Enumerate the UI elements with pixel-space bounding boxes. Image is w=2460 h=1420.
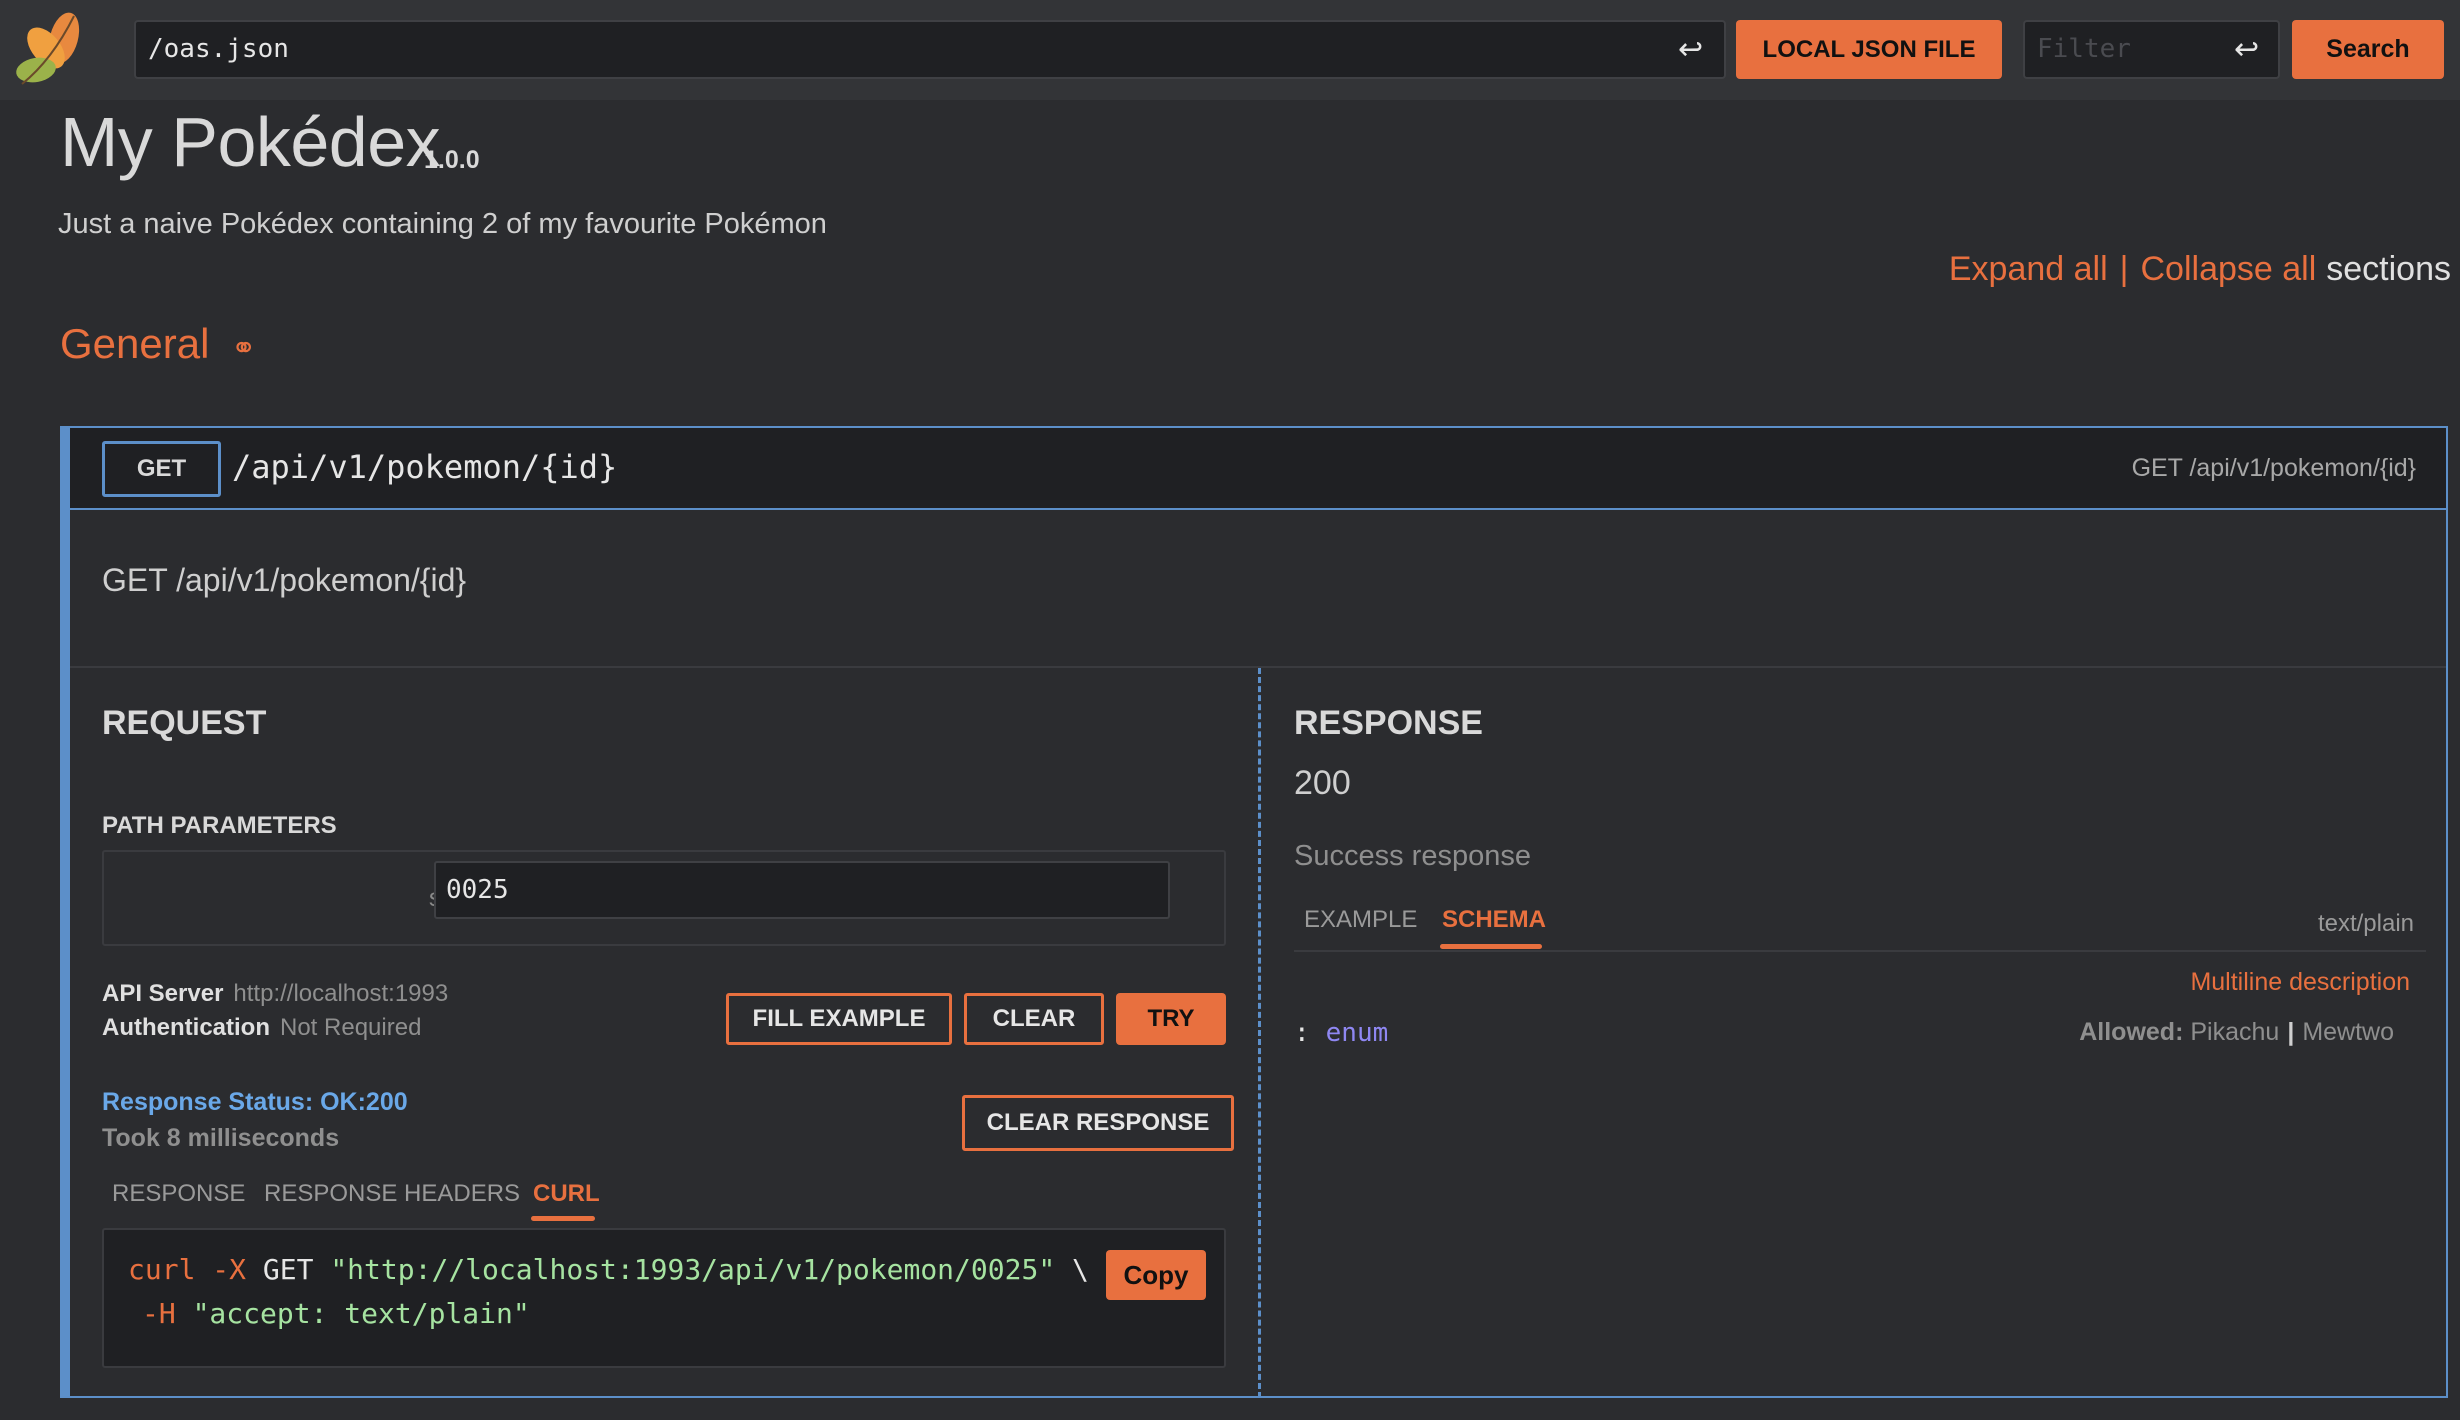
section-title: General [60, 320, 210, 367]
column-divider [1258, 668, 1261, 1398]
operation-path: /api/v1/pokemon/{id} [232, 448, 618, 486]
search-button[interactable]: Search [2292, 20, 2444, 79]
operation-summary: GET /api/v1/pokemon/{id} [2131, 454, 2416, 482]
allowed-label: Allowed: [2079, 1018, 2184, 1046]
operation-description: GET /api/v1/pokemon/{id} [102, 562, 467, 598]
allowed-value: Mewtwo [2302, 1018, 2394, 1046]
tabs-divider [1294, 950, 2426, 952]
try-button[interactable]: TRY [1116, 993, 1226, 1045]
id-param-input[interactable]: 0025 [434, 861, 1170, 919]
leaf-logo-icon [16, 12, 80, 85]
allowed-value: Pikachu [2190, 1018, 2280, 1046]
api-version: 1.0.0 [424, 146, 480, 174]
allowed-values: Allowed: Pikachu | Mewtwo [2079, 1018, 2394, 1047]
top-bar: /oas.json ↩ LOCAL JSON FILE Filter ↩ Sea… [0, 0, 2460, 100]
section-general[interactable]: General ⚭ [60, 320, 256, 368]
copy-button[interactable]: Copy [1106, 1250, 1206, 1300]
schema-colon: : [1294, 1018, 1310, 1048]
authentication-value: Not Required [280, 1014, 422, 1041]
api-server-value: http://localhost:1993 [233, 980, 449, 1007]
sections-label: sections [2326, 250, 2451, 288]
tab-example[interactable]: EXAMPLE [1304, 906, 1417, 934]
response-time: Took 8 milliseconds [102, 1124, 340, 1152]
schema-row: : enum [1294, 1018, 1388, 1048]
response-description: Success response [1294, 840, 1531, 872]
tab-schema[interactable]: SCHEMA [1442, 906, 1546, 934]
api-description: Just a naive Pokédex containing 2 of my … [58, 208, 827, 240]
fill-example-button[interactable]: FILL EXAMPLE [726, 993, 952, 1045]
filter-enter-icon[interactable]: ↩ [2234, 22, 2259, 77]
curl-flag: -X [212, 1253, 247, 1286]
api-server-label: API Server [102, 980, 224, 1007]
curl-command: curl [128, 1253, 196, 1286]
method-badge: GET [102, 441, 221, 497]
link-icon[interactable]: ⚭ [231, 332, 256, 365]
api-server-row: API Server http://localhost:1993 [102, 980, 448, 1008]
spec-url-input[interactable]: /oas.json [134, 20, 1726, 79]
schema-type: enum [1325, 1018, 1389, 1048]
content-type: text/plain [2317, 910, 2414, 937]
operation-panel: GET /api/v1/pokemon/{id} GET /api/v1/pok… [60, 426, 2448, 1398]
response-title: RESPONSE [1294, 704, 1483, 742]
operation-header[interactable]: GET /api/v1/pokemon/{id} GET /api/v1/pok… [70, 428, 2446, 510]
curl-continuation: \ [1072, 1253, 1089, 1286]
clear-button[interactable]: CLEAR [964, 993, 1104, 1045]
active-tab-indicator [531, 1216, 595, 1221]
allowed-separator: | [2287, 1018, 2295, 1046]
local-json-file-button[interactable]: LOCAL JSON FILE [1736, 20, 2002, 79]
expand-collapse-controls: Expand all | Collapse all sections [1949, 250, 2451, 289]
schema-tab-indicator [1440, 944, 1542, 949]
response-code: 200 [1294, 764, 1351, 802]
authentication-label: Authentication [102, 1014, 270, 1041]
tab-response-headers[interactable]: RESPONSE HEADERS [264, 1180, 520, 1208]
path-parameters-label: PATH PARAMETERS [102, 812, 337, 839]
page-title: My Pokédex [60, 103, 441, 181]
response-status: Response Status: OK:200 [102, 1088, 408, 1116]
curl-code-block: curl -X GET "http://localhost:1993/api/v… [102, 1228, 1226, 1368]
enter-icon[interactable]: ↩ [1678, 22, 1703, 77]
clear-response-button[interactable]: CLEAR RESPONSE [962, 1095, 1234, 1151]
curl-method: GET [262, 1253, 314, 1286]
multiline-description-link[interactable]: Multiline description [2190, 968, 2410, 997]
curl-header-flag: -H [142, 1297, 176, 1330]
tab-curl[interactable]: CURL [533, 1180, 600, 1208]
authentication-row: Authentication Not Required [102, 1014, 421, 1042]
separator: | [2119, 250, 2129, 288]
curl-header: "accept: text/plain" [192, 1297, 530, 1330]
collapse-all-link[interactable]: Collapse all [2141, 250, 2317, 288]
expand-all-link[interactable]: Expand all [1949, 250, 2108, 288]
tab-response[interactable]: RESPONSE [112, 1180, 245, 1208]
curl-url: "http://localhost:1993/api/v1/pokemon/00… [330, 1253, 1056, 1286]
request-title: REQUEST [102, 704, 267, 742]
